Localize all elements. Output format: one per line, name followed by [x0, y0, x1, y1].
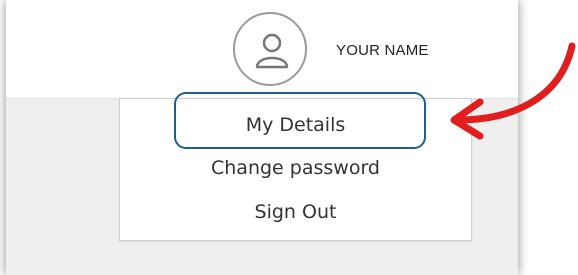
red-arrow-annotation — [450, 42, 576, 140]
user-avatar[interactable] — [233, 12, 307, 86]
user-name-label[interactable]: YOUR NAME — [336, 42, 429, 59]
user-icon — [255, 33, 289, 69]
highlight-annotation — [174, 92, 426, 149]
menu-item-change-password[interactable]: Change password — [120, 156, 471, 180]
menu-item-sign-out[interactable]: Sign Out — [120, 200, 471, 224]
